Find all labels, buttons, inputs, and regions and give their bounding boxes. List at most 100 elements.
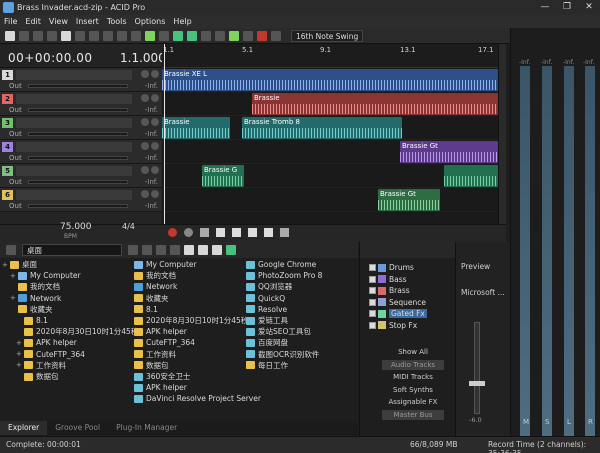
tree-item[interactable]: 数据包 [16,371,59,382]
audio-clip[interactable]: Brassie [252,93,498,115]
audio-clip[interactable]: Brassie G [202,165,244,187]
track-volume-fader[interactable] [28,132,128,136]
checkbox[interactable] [369,287,376,294]
file-item[interactable]: APK helper [134,382,187,393]
new-project-icon[interactable] [5,30,15,41]
time-signature[interactable]: 4/4 [122,222,135,231]
track-name-field[interactable] [16,70,132,80]
filter-button[interactable]: Show All [382,347,444,357]
file-item[interactable]: 我的文档 [134,270,176,281]
folder-up-icon[interactable] [6,245,16,255]
file-item[interactable]: 每日工作 [246,360,288,371]
file-item[interactable]: 爱站SEO工具包 [246,326,311,337]
delete-icon[interactable] [156,245,166,255]
auto-preview-icon[interactable] [212,245,222,255]
menu-options[interactable]: Options [135,17,166,26]
record-button[interactable] [168,228,177,237]
audio-clip[interactable]: Brassie Tromb 8 [242,117,402,139]
metronome-icon[interactable] [271,30,281,41]
refresh-icon[interactable] [128,245,138,255]
envelope-tool-icon[interactable] [173,30,183,41]
solo-icon[interactable] [151,166,159,174]
track-name-field[interactable] [16,142,132,152]
track-header[interactable]: 3 Out -Inf. [0,116,162,140]
track-lane[interactable]: Brassie Brassie Tromb 8 [162,116,498,140]
menu-file[interactable]: File [4,17,17,26]
checkbox[interactable] [369,298,376,306]
preview-play-icon[interactable] [184,245,194,255]
fx-filter-item[interactable]: Drums [369,262,414,273]
menu-view[interactable]: View [49,17,68,26]
audio-clip[interactable] [444,165,498,187]
expand-icon[interactable]: + [2,261,10,269]
solo-icon[interactable] [151,94,159,102]
tree-item[interactable]: 收藏夹 [10,304,53,315]
file-item[interactable]: CuteFTP_364 [134,337,195,348]
fx-filter-item[interactable]: Stop Fx [369,320,417,331]
filter-button[interactable]: Soft Synths [382,385,444,395]
file-item[interactable]: Resolve [246,304,287,315]
solo-icon[interactable] [151,142,159,150]
timeline-area[interactable]: Brassie XE L Brassie Brassie Brassie Tro… [162,68,498,224]
fx-filter-item[interactable]: Sequence [369,297,426,308]
expand-icon[interactable]: + [16,339,24,347]
mute-icon[interactable] [141,142,149,150]
tree-item[interactable]: + 桌面 [2,259,37,270]
fx-filter-item[interactable]: Bass [369,274,407,285]
expand-icon[interactable]: + [10,294,18,302]
checkbox[interactable] [369,310,376,317]
track-lane[interactable]: Brassie XE L [162,68,498,92]
fx-filter-item[interactable]: Gated Fx [369,308,427,319]
tree-item[interactable]: + My Computer [10,270,81,281]
file-item[interactable]: My Computer [134,259,197,270]
tree-item[interactable]: + Network [10,293,61,304]
paste-icon[interactable] [103,30,113,41]
solo-icon[interactable] [151,118,159,126]
record-tool-icon[interactable] [257,30,267,41]
track-header[interactable]: 5 Out -Inf. [0,164,162,188]
file-item[interactable]: Google Chrome [246,259,316,270]
track-header[interactable]: 6 Out -Inf. [0,188,162,212]
file-item[interactable]: QQ浏览器 [246,281,292,292]
track-lane[interactable]: Brassie G [162,164,498,188]
tree-item[interactable]: + CuteFTP_364 [16,349,85,360]
go-to-end-button[interactable] [280,228,289,237]
slider-thumb[interactable] [469,381,485,386]
tree-item[interactable]: + APK helper [16,337,77,348]
file-item[interactable]: 360安全卫士 [134,371,190,382]
tree-item[interactable]: + 工作资料 [16,360,66,371]
track-lane[interactable]: Brassie [162,92,498,116]
filter-button[interactable]: Audio Tracks [382,359,444,370]
pause-button[interactable] [248,228,257,237]
timeline-scrollbar[interactable] [498,44,506,240]
mute-icon[interactable] [141,94,149,102]
minimize-button[interactable]: — [534,0,556,15]
play-button[interactable] [232,228,241,237]
render-icon[interactable] [47,30,57,41]
mute-icon[interactable] [141,166,149,174]
menu-insert[interactable]: Insert [76,17,99,26]
tab-plug-in-manager[interactable]: Plug-In Manager [108,421,185,435]
fx-filter-item[interactable]: Brass [369,285,410,296]
tree-item[interactable]: 我的文档 [10,281,60,292]
split-tool-icon[interactable] [187,30,197,41]
file-item[interactable]: QuickQ [246,293,285,304]
menu-help[interactable]: Help [173,17,191,26]
file-item[interactable]: 收藏夹 [134,293,169,304]
file-item[interactable]: 工作资料 [134,349,176,360]
cut-icon[interactable] [75,30,85,41]
playhead-cursor[interactable] [164,44,165,240]
up-one-level-icon[interactable] [142,245,152,255]
play-from-start-button[interactable] [216,228,225,237]
audio-clip[interactable]: Brassie [162,117,230,139]
file-item[interactable]: 2020年8月30日10时1分45秒 [134,315,248,326]
zoom-tool-icon[interactable] [215,30,225,41]
track-header[interactable]: 2 Out -Inf. [0,92,162,116]
tempo-value[interactable]: 75.000 [60,222,92,232]
track-volume-fader[interactable] [28,84,128,88]
file-item[interactable]: DaVinci Resolve Project Server [134,393,261,404]
file-item[interactable]: APK helper [134,326,187,337]
expand-icon[interactable]: + [10,272,18,280]
file-item[interactable]: 爱链工具 [246,315,288,326]
audio-clip[interactable]: Brassie Gt [378,189,440,211]
